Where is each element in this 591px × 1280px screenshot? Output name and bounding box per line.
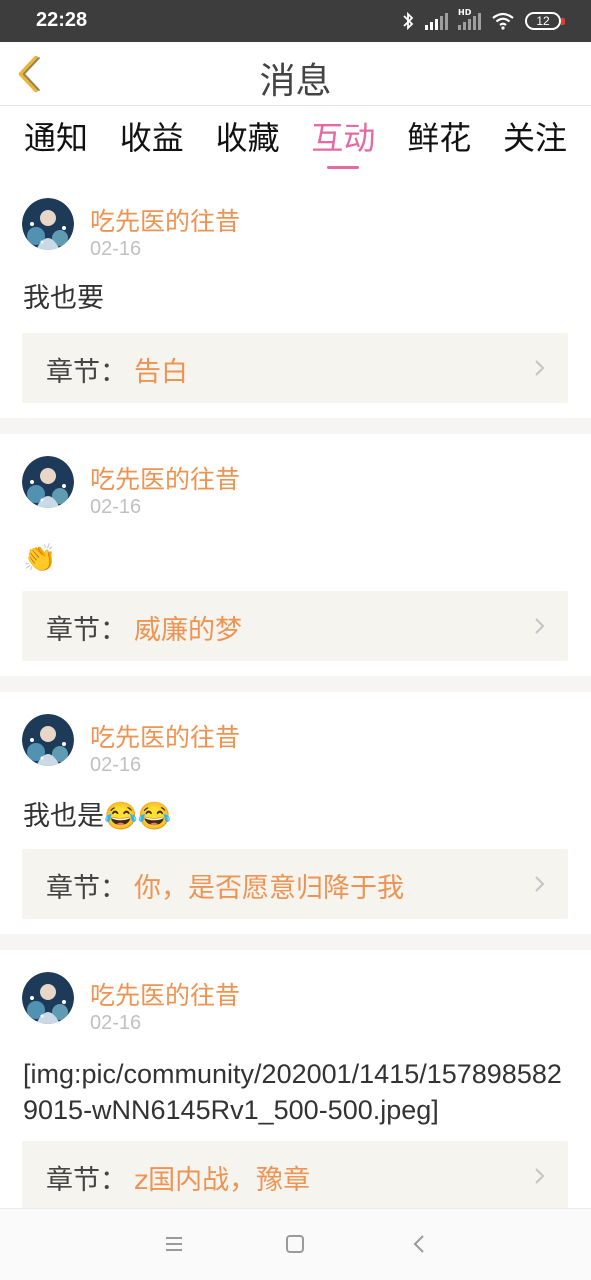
status-icons: HD 12 <box>401 8 565 32</box>
system-nav-bar <box>0 1208 591 1280</box>
avatar[interactable] <box>22 972 74 1024</box>
wifi-icon <box>492 12 514 30</box>
tab-notify[interactable]: 通知 <box>24 107 88 171</box>
chapter-link[interactable]: 章节： 你，是否愿意归降于我 <box>22 849 568 919</box>
message-content: 我也是😂😂 <box>23 801 172 831</box>
message-date: 02-16 <box>90 238 142 260</box>
tab-flowers[interactable]: 鲜花 <box>407 107 471 171</box>
chapter-name: 你，是否愿意归降于我 <box>134 873 404 904</box>
chapter-link[interactable]: 章节： z国内战，豫章 <box>22 1141 568 1211</box>
chapter-name: 告白 <box>134 357 188 388</box>
tab-favorites[interactable]: 收藏 <box>216 107 280 171</box>
divider <box>0 676 591 692</box>
tab-interaction[interactable]: 互动 <box>311 107 375 171</box>
avatar[interactable] <box>22 198 74 250</box>
menu-icon[interactable] <box>161 1231 187 1257</box>
status-time: 22:28 <box>36 9 88 31</box>
chapter-link[interactable]: 章节： 威廉的梦 <box>22 591 568 661</box>
avatar[interactable] <box>22 456 74 508</box>
tab-earnings[interactable]: 收益 <box>120 107 184 171</box>
chevron-right-icon <box>535 1168 545 1184</box>
chapter-link[interactable]: 章节： 告白 <box>22 333 568 403</box>
message-card: 吃先医的往昔 02-16 [img:pic/community/202001/1… <box>0 950 591 1250</box>
username[interactable]: 吃先医的往昔 <box>90 202 240 238</box>
message-card: 吃先医的往昔 02-16 我也要 章节： 告白 <box>0 178 591 418</box>
avatar[interactable] <box>22 714 74 766</box>
chapter-label: 章节： <box>46 873 127 904</box>
username[interactable]: 吃先医的往昔 <box>90 460 240 496</box>
message-content: 我也要 <box>23 283 104 313</box>
bluetooth-icon <box>403 11 414 31</box>
chevron-right-icon <box>535 360 545 376</box>
tab-following[interactable]: 关注 <box>503 107 567 171</box>
chevron-right-icon <box>535 876 545 892</box>
chapter-label: 章节： <box>46 1165 127 1196</box>
chapter-name: 威廉的梦 <box>134 615 242 646</box>
message-card: 吃先医的往昔 02-16 👏 章节： 威廉的梦 <box>0 434 591 676</box>
divider <box>0 934 591 950</box>
back-triangle-icon[interactable] <box>406 1231 432 1257</box>
status-bar: 22:28 HD 12 <box>0 0 591 42</box>
divider <box>0 418 591 434</box>
square-home-icon[interactable] <box>282 1231 308 1257</box>
message-content: 👏 <box>23 543 57 573</box>
chevron-right-icon <box>535 618 545 634</box>
chapter-label: 章节： <box>46 357 127 388</box>
message-card: 吃先医的往昔 02-16 我也是😂😂 章节： 你，是否愿意归降于我 <box>0 692 591 934</box>
username[interactable]: 吃先医的往昔 <box>90 976 240 1012</box>
signal-hd-icon: HD <box>458 8 481 30</box>
chapter-label: 章节： <box>46 615 127 646</box>
tab-bar: 通知 收益 收藏 互动 鲜花 关注 <box>0 107 591 177</box>
username[interactable]: 吃先医的往昔 <box>90 718 240 754</box>
chapter-name: z国内战，豫章 <box>134 1165 311 1196</box>
message-date: 02-16 <box>90 1012 142 1034</box>
app-header: 消息 <box>0 42 591 106</box>
message-date: 02-16 <box>90 754 142 776</box>
message-content: [img:pic/community/202001/1415/157898582… <box>23 1059 562 1125</box>
page-title: 消息 <box>259 61 332 102</box>
signal-icon <box>425 12 448 30</box>
battery-icon: 12 <box>525 12 565 30</box>
message-date: 02-16 <box>90 496 142 518</box>
message-feed: 吃先医的往昔 02-16 我也要 章节： 告白 吃先医的往昔 02-16 👏 章… <box>0 178 591 1250</box>
